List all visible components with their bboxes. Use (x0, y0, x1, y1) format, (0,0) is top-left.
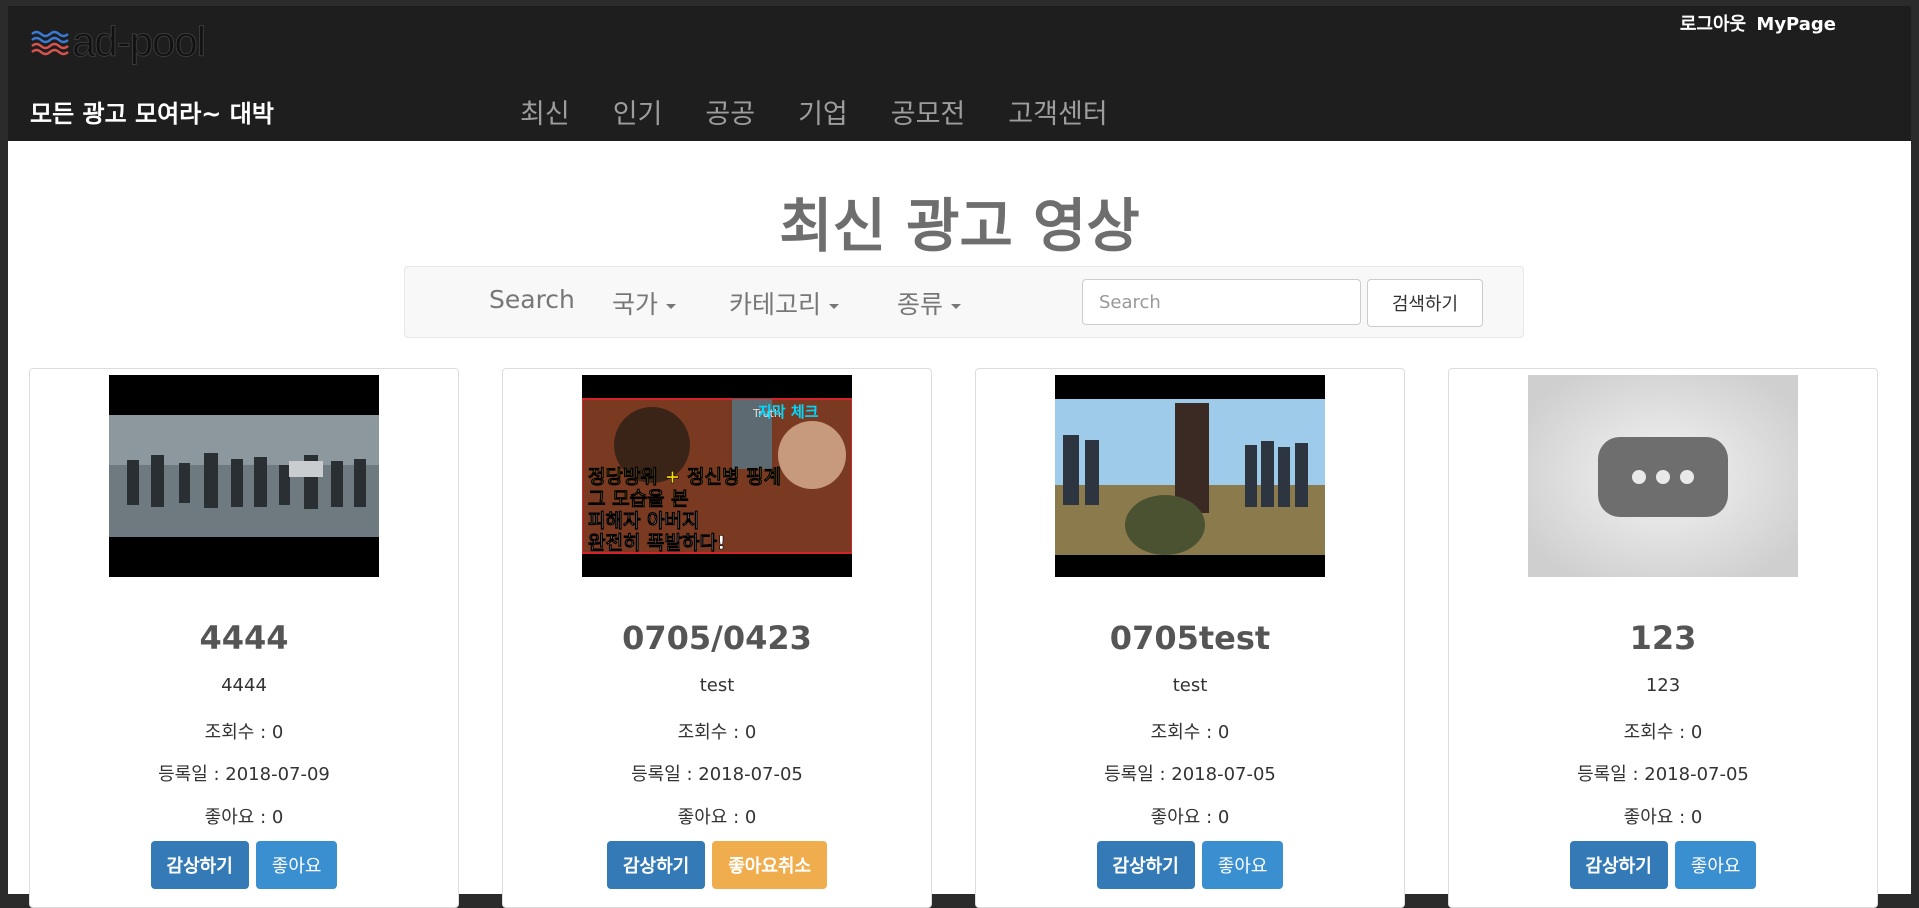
video-views: 조회수 : 0 (1623, 722, 1703, 743)
card-actions: 감상하기 좋아요 (1449, 841, 1877, 889)
video-date: 등록일 : 2018-07-09 (158, 764, 330, 785)
thumb-caption-3: 피해자 아버지 (588, 510, 700, 532)
video-views: 조회수 : 0 (677, 722, 757, 743)
category-dropdown[interactable]: 카테고리 (729, 285, 840, 321)
video-thumbnail[interactable]: Truth 지막 체크 정당방위 + 정신병 핑계 그 모습을 본 피해자 아버… (582, 375, 852, 577)
nav-item-contest[interactable]: 공모전 (891, 92, 966, 131)
video-likes: 좋아요 : 0 (1150, 807, 1230, 828)
caret-down-icon (951, 303, 962, 309)
thumb-caption-4: 완전히 폭발하다! (588, 532, 726, 554)
thumb-caption-1: 정당방위 + 정신병 핑계 (588, 466, 781, 488)
thumbnail-image: Truth 지막 체크 정당방위 + 정신병 핑계 그 모습을 본 피해자 아버… (582, 375, 852, 577)
video-likes: 좋아요 : 0 (677, 807, 757, 828)
like-button[interactable]: 좋아요 (1674, 841, 1757, 889)
video-card: Truth 지막 체크 정당방위 + 정신병 핑계 그 모습을 본 피해자 아버… (502, 368, 932, 908)
country-dropdown[interactable]: 국가 (612, 285, 677, 321)
search-button[interactable]: 검색하기 (1367, 279, 1483, 327)
search-bar: Search 국가 카테고리 종류 검색하기 (404, 266, 1524, 338)
site-header: ad-pool 모든 광고 모여라~ 대박 최신 인기 공공 기업 공모전 고객… (8, 6, 1911, 141)
category-dropdown-label: 카테고리 (729, 290, 822, 319)
unlike-button[interactable]: 좋아요취소 (712, 841, 828, 889)
thumbnail-image (109, 375, 379, 577)
video-likes: 좋아요 : 0 (204, 807, 284, 828)
nav-item-latest[interactable]: 최신 (520, 92, 570, 131)
logout-link[interactable]: 로그아웃 (1680, 14, 1746, 35)
nav-item-support[interactable]: 고객센터 (1008, 92, 1107, 131)
video-thumbnail[interactable] (1055, 375, 1325, 577)
video-subtitle: 123 (1645, 675, 1681, 696)
caret-down-icon (829, 303, 840, 309)
placeholder-thumbnail (1528, 375, 1798, 577)
video-card: 123 123 조회수 : 0 등록일 : 2018-07-05 좋아요 : 0… (1448, 368, 1878, 908)
card-actions: 감상하기 좋아요 (976, 841, 1404, 889)
main-content: 최신 광고 영상 Search 국가 카테고리 종류 검색하기 (8, 141, 1911, 908)
mypage-link[interactable]: MyPage (1756, 14, 1836, 35)
caret-down-icon (666, 303, 677, 309)
main-nav: 최신 인기 공공 기업 공모전 고객센터 (520, 92, 1151, 131)
thumbnail-image (1055, 375, 1325, 577)
video-date: 등록일 : 2018-07-05 (631, 764, 803, 785)
search-label: Search (489, 285, 575, 314)
watch-button[interactable]: 감상하기 (1569, 841, 1668, 889)
video-thumbnail[interactable] (109, 375, 379, 577)
video-views: 조회수 : 0 (1150, 722, 1230, 743)
video-likes: 좋아요 : 0 (1623, 807, 1703, 828)
video-views: 조회수 : 0 (204, 722, 284, 743)
video-date: 등록일 : 2018-07-05 (1577, 764, 1749, 785)
search-input[interactable] (1082, 279, 1361, 325)
card-actions: 감상하기 좋아요취소 (503, 841, 931, 889)
nav-item-popular[interactable]: 인기 (613, 92, 663, 131)
user-links: 로그아웃 MyPage (1676, 10, 1836, 36)
video-title: 0705test (1109, 619, 1271, 657)
watch-button[interactable]: 감상하기 (150, 841, 249, 889)
nav-item-company[interactable]: 기업 (798, 92, 848, 131)
video-subtitle: test (699, 675, 735, 696)
video-title: 123 (1629, 619, 1697, 657)
thumb-caption-2: 그 모습을 본 (588, 488, 689, 510)
site-tagline: 모든 광고 모여라~ 대박 (30, 100, 274, 128)
thumb-top-text: 지막 체크 (758, 403, 819, 421)
logo-text: ad-pool (71, 18, 206, 66)
video-subtitle: 4444 (221, 675, 267, 696)
site-logo[interactable]: ad-pool (30, 18, 207, 66)
like-button[interactable]: 좋아요 (255, 841, 338, 889)
video-card: 4444 4444 조회수 : 0 등록일 : 2018-07-09 좋아요 :… (29, 368, 459, 908)
nav-item-public[interactable]: 공공 (705, 92, 755, 131)
video-title: 4444 (199, 619, 289, 657)
video-card: 0705test test 조회수 : 0 등록일 : 2018-07-05 좋… (975, 368, 1405, 908)
video-title: 0705/0423 (622, 619, 812, 657)
video-date: 등록일 : 2018-07-05 (1104, 764, 1276, 785)
page-title: 최신 광고 영상 (779, 192, 1140, 260)
watch-button[interactable]: 감상하기 (606, 841, 706, 889)
video-thumbnail[interactable] (1528, 375, 1798, 577)
type-dropdown[interactable]: 종류 (897, 285, 962, 321)
video-subtitle: test (1172, 675, 1208, 696)
waves-icon (31, 30, 69, 56)
card-actions: 감상하기 좋아요 (30, 841, 458, 889)
watch-button[interactable]: 감상하기 (1096, 841, 1195, 889)
country-dropdown-label: 국가 (612, 290, 659, 319)
like-button[interactable]: 좋아요 (1201, 841, 1284, 889)
type-dropdown-label: 종류 (897, 290, 944, 319)
